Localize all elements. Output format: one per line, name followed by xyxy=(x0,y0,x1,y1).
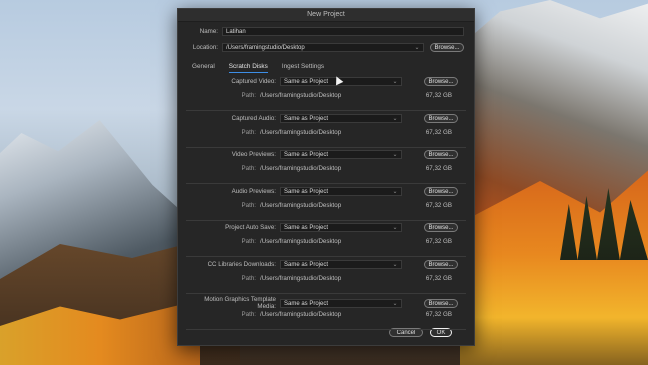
disk-space-value: 67,32 GB xyxy=(425,92,452,99)
path-value: /Users/framingstudio/Desktop xyxy=(260,274,342,282)
path-label: Path: xyxy=(241,238,256,245)
scratch-disk-section: Video Previews: Same as Project ⌄ Browse...… xyxy=(186,148,466,184)
scratch-disk-section: Audio Previews: Same as Project ⌄ Browse...… xyxy=(186,185,466,221)
scratch-disk-select[interactable]: Same as Project ⌄ xyxy=(280,186,402,196)
scratch-disk-select-value: Same as Project xyxy=(284,261,329,268)
scratch-disk-section: Captured Video: Same as Project ⌄ Browse...… xyxy=(186,75,466,111)
name-label: Name: xyxy=(199,28,218,35)
scratch-disk-section: Motion Graphics Template Media: Same as P… xyxy=(186,294,466,330)
scratch-disk-select[interactable]: Same as Project ⌄ xyxy=(280,298,402,308)
scratch-disk-label: Motion Graphics Template Media: xyxy=(204,296,276,310)
path-label: Path: xyxy=(241,311,256,318)
scratch-disk-label: Captured Video: xyxy=(231,78,276,85)
path-value: /Users/framingstudio/Desktop xyxy=(260,311,342,318)
scratch-disk-browse-button[interactable]: Browse... xyxy=(424,259,458,269)
path-value: /Users/framingstudio/Desktop xyxy=(260,92,342,99)
scratch-disk-label: CC Libraries Downloads: xyxy=(207,260,276,268)
dialog-title: New Project xyxy=(178,9,474,22)
scratch-disk-label: Video Previews: xyxy=(231,151,276,158)
scratch-disk-select[interactable]: Same as Project ⌄ xyxy=(280,113,402,123)
disk-space-value: 67,32 GB xyxy=(425,128,452,136)
path-label: Path: xyxy=(241,274,256,282)
path-label: Path: xyxy=(241,92,256,99)
section-divider xyxy=(186,329,466,330)
disk-space-value: 67,32 GB xyxy=(425,238,452,245)
path-label: Path: xyxy=(241,201,256,209)
scratch-disk-select-value: Same as Project xyxy=(284,79,329,85)
location-value: /Users/framingstudio/Desktop xyxy=(226,45,305,51)
path-value: /Users/framingstudio/Desktop xyxy=(260,201,342,209)
scratch-disk-select[interactable]: Same as Project ⌄ xyxy=(280,259,402,269)
scratch-disk-select[interactable]: Same as Project ⌄ xyxy=(280,223,402,232)
scratch-disk-select-value: Same as Project xyxy=(284,188,329,195)
scratch-disk-section: CC Libraries Downloads: Same as Project ⌄ B… xyxy=(186,258,466,294)
tab-ingest-settings[interactable]: Ingest Settings xyxy=(282,63,324,73)
scratch-disk-select-value: Same as Project xyxy=(284,300,329,307)
disk-space-value: 67,32 GB xyxy=(425,165,452,172)
scratch-disk-label: Captured Audio: xyxy=(231,114,276,122)
chevron-down-icon: ⌄ xyxy=(392,79,398,85)
path-value: /Users/framingstudio/Desktop xyxy=(260,165,342,172)
scratch-disk-select[interactable]: Same as Project ⌄ xyxy=(280,150,402,159)
location-label: Location: xyxy=(192,44,218,51)
chevron-down-icon: ⌄ xyxy=(392,261,398,268)
scratch-disk-section: Project Auto Save: Same as Project ⌄ Browse… xyxy=(186,221,466,257)
tab-general[interactable]: General xyxy=(192,63,215,73)
scratch-disk-select-value: Same as Project xyxy=(284,115,329,122)
scratch-disk-browse-button[interactable]: Browse... xyxy=(424,113,458,123)
scratch-disk-browse-button[interactable]: Browse... xyxy=(424,298,458,308)
location-select[interactable]: /Users/framingstudio/Desktop ⌄ xyxy=(222,43,424,52)
path-label: Path: xyxy=(241,128,256,136)
name-field[interactable]: Latihan xyxy=(222,27,464,36)
chevron-down-icon: ⌄ xyxy=(392,300,398,307)
path-value: /Users/framingstudio/Desktop xyxy=(260,128,342,136)
chevron-down-icon: ⌄ xyxy=(392,188,398,195)
scratch-disk-section: Captured Audio: Same as Project ⌄ Browse...… xyxy=(186,112,466,148)
scratch-disk-browse-button[interactable]: Browse... xyxy=(424,186,458,196)
tab-scratch-disks[interactable]: Scratch Disks xyxy=(228,63,268,73)
scratch-disk-label: Project Auto Save: xyxy=(225,224,276,231)
scratch-disk-browse-button[interactable]: Browse... xyxy=(424,77,458,86)
disk-space-value: 67,32 GB xyxy=(425,311,452,318)
disk-space-value: 67,32 GB xyxy=(425,201,452,209)
chevron-down-icon: ⌄ xyxy=(392,225,398,231)
chevron-down-icon: ⌄ xyxy=(392,115,398,122)
path-label: Path: xyxy=(241,165,256,172)
tab-bar: General Scratch Disks Ingest Settings xyxy=(192,63,324,73)
scratch-disk-label: Audio Previews: xyxy=(231,187,276,195)
scratch-disk-select-value: Same as Project xyxy=(284,225,329,231)
path-value: /Users/framingstudio/Desktop xyxy=(260,238,342,245)
disk-space-value: 67,32 GB xyxy=(425,274,452,282)
new-project-dialog: New Project Name: Latihan Location: /Use… xyxy=(177,8,475,346)
chevron-down-icon: ⌄ xyxy=(414,45,420,51)
chevron-down-icon: ⌄ xyxy=(392,152,398,158)
location-browse-button[interactable]: Browse... xyxy=(430,43,464,52)
scratch-disk-browse-button[interactable]: Browse... xyxy=(424,150,458,159)
scratch-disk-browse-button[interactable]: Browse... xyxy=(424,223,458,232)
scratch-disk-select-value: Same as Project xyxy=(284,152,329,158)
